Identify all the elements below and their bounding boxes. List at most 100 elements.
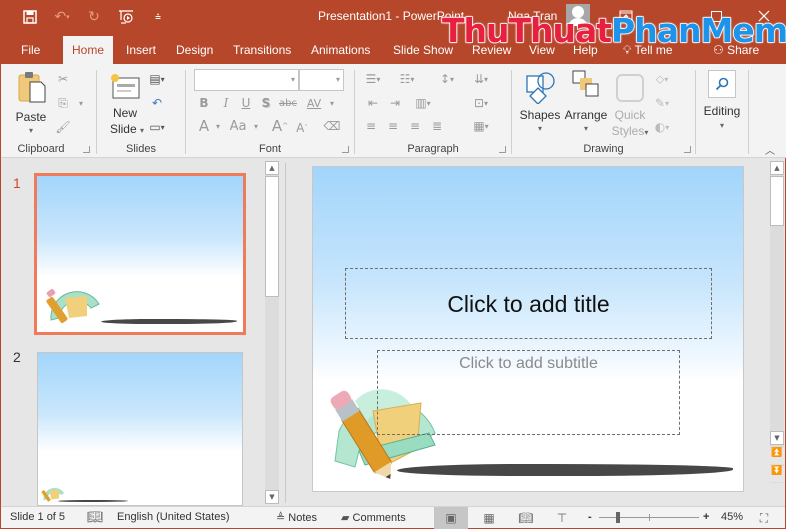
font-size-combo[interactable]: ▾ [299, 69, 344, 91]
numbering-icon[interactable]: ☷ ▾ [397, 70, 417, 88]
layout-icon[interactable]: ▤ ▾ [147, 70, 167, 88]
shape-outline-icon[interactable]: ✎ ▾ [652, 94, 672, 112]
text-direction-icon[interactable]: ⇊ ▾ [471, 70, 491, 88]
clipboard-launcher-icon[interactable] [83, 146, 90, 153]
zoom-slider-thumb[interactable] [616, 512, 621, 523]
paragraph-launcher-icon[interactable] [499, 146, 506, 153]
section-icon[interactable]: ▭ ▾ [147, 118, 167, 136]
scroll-down-icon[interactable]: ▼ [770, 431, 784, 445]
drawing-launcher-icon[interactable] [684, 146, 691, 153]
align-text-icon[interactable]: ⊡ ▾ [471, 94, 491, 112]
tab-file[interactable]: File [21, 36, 40, 64]
slide-sorter-view-icon[interactable]: ▦ [472, 507, 506, 529]
font-launcher-icon[interactable] [342, 146, 349, 153]
underline-button[interactable]: U [236, 94, 256, 112]
font-name-combo[interactable]: ▾ [194, 69, 299, 91]
scrollbar-thumb[interactable] [770, 176, 784, 226]
line-spacing-icon[interactable]: ↕ ▾ [437, 70, 457, 88]
tab-transitions[interactable]: Transitions [233, 36, 291, 64]
arrange-button[interactable]: Arrange ▾ [564, 68, 608, 140]
tab-animations[interactable]: Animations [311, 36, 370, 64]
scroll-up-icon[interactable]: ▲ [770, 161, 784, 175]
collapse-ribbon-icon[interactable]: ︿ [765, 142, 775, 157]
convert-to-smartart-icon[interactable]: ▦ ▾ [471, 117, 491, 135]
main-scrollbar[interactable]: ▲ ▼ ⏫ ⏬ [770, 161, 784, 504]
ribbon-separator [748, 70, 749, 154]
bullets-icon[interactable]: ☰ ▾ [363, 70, 383, 88]
align-center-icon[interactable]: ≡ [383, 117, 403, 135]
columns-icon[interactable]: ▥ ▾ [413, 94, 433, 112]
thumbnail-number: 2 [13, 349, 21, 365]
save-icon[interactable] [21, 8, 39, 26]
align-right-icon[interactable]: ≡ [405, 117, 425, 135]
decrease-indent-icon[interactable]: ⇤ [363, 94, 383, 112]
shapes-label: Shapes [519, 108, 561, 122]
scrollbar-thumb[interactable] [265, 176, 279, 297]
cut-icon[interactable]: ✂ [53, 70, 73, 88]
clear-formatting-icon[interactable]: ⌫ [322, 117, 342, 135]
copy-icon[interactable]: ⎘ [53, 94, 73, 112]
slide-thumbnail-2[interactable] [37, 352, 243, 506]
font-color-dropdown-icon[interactable]: ▾ [208, 117, 228, 135]
thumbnail-pane: 1 2 ▲ ▼ [1, 159, 282, 506]
reading-view-icon[interactable]: 📖︎ [509, 507, 543, 529]
shape-effects-icon[interactable]: ◐ ▾ [652, 118, 672, 136]
increase-indent-icon[interactable]: ⇥ [385, 94, 405, 112]
language-indicator[interactable]: English (United States) [117, 511, 230, 523]
shape-fill-icon[interactable]: ⬦ ▾ [652, 70, 672, 88]
editing-button[interactable]: Editing ▾ [700, 68, 744, 140]
scroll-down-icon[interactable]: ▼ [265, 490, 279, 504]
paste-button[interactable]: Paste ▾ [11, 68, 51, 138]
normal-view-icon[interactable]: ▣ [434, 507, 468, 529]
customize-qat-icon[interactable]: ⩮ [149, 8, 167, 26]
spell-check-icon[interactable]: 📖︎ [87, 509, 104, 525]
start-from-beginning-icon[interactable] [117, 8, 135, 26]
notes-button[interactable]: ≜ Notes [276, 511, 317, 524]
next-slide-icon[interactable]: ⏬ [770, 466, 784, 482]
brush-stroke-graphic [58, 500, 128, 502]
slide-show-view-icon[interactable]: ⊤ [545, 507, 579, 529]
tab-design[interactable]: Design [176, 36, 213, 64]
align-left-icon[interactable]: ≡ [361, 117, 381, 135]
title-placeholder[interactable]: Click to add title [345, 268, 712, 339]
group-drawing: Shapes ▾ Arrange ▾ Quick Styles▾ ⬦ ▾ ✎ ▾ ◐… [512, 64, 695, 158]
comments-button[interactable]: ▰ Comments [341, 511, 406, 524]
zoom-out-button[interactable]: - [588, 511, 592, 523]
italic-button[interactable]: I [216, 94, 236, 112]
change-case-button[interactable]: Aa [228, 117, 248, 135]
quick-styles-button[interactable]: Quick Styles▾ [610, 68, 650, 140]
new-slide-label-1: New [112, 106, 137, 120]
slide-counter[interactable]: Slide 1 of 5 [10, 511, 65, 523]
text-shadow-button[interactable]: S [256, 94, 276, 112]
tab-home[interactable]: Home [63, 36, 114, 64]
change-case-dropdown-icon[interactable]: ▾ [246, 117, 266, 135]
strikethrough-button[interactable]: abc [278, 94, 298, 112]
increase-font-size-button[interactable]: A ^ [270, 117, 290, 135]
shapes-dropdown-icon: ▾ [537, 124, 542, 133]
bold-button[interactable]: B [194, 94, 214, 112]
shapes-button[interactable]: Shapes ▾ [520, 68, 560, 140]
fit-slide-to-window-icon[interactable]: ⛶ [751, 507, 777, 529]
character-spacing-button[interactable]: AV [304, 94, 324, 112]
current-slide[interactable]: Click to add title Click to add subtitle [312, 166, 744, 492]
new-slide-button[interactable]: New Slide ▾ [105, 68, 145, 140]
reset-slide-icon[interactable]: ↶ [147, 94, 167, 112]
justify-icon[interactable]: ≣ [427, 117, 447, 135]
subtitle-placeholder[interactable]: Click to add subtitle [377, 350, 680, 435]
decrease-font-size-button[interactable]: Aˇ [292, 119, 312, 137]
zoom-slider[interactable] [599, 512, 699, 523]
format-painter-icon[interactable]: 🖌︎ [53, 118, 73, 136]
thumbnail-scrollbar[interactable]: ▲ ▼ [265, 161, 279, 504]
redo-icon[interactable]: ↻ [85, 8, 103, 26]
tab-insert[interactable]: Insert [126, 36, 156, 64]
quick-styles-label-2: Styles▾ [611, 124, 649, 138]
previous-slide-icon[interactable]: ⏫ [770, 448, 784, 464]
shapes-icon [526, 72, 555, 104]
zoom-in-button[interactable]: + [703, 511, 709, 523]
undo-icon[interactable]: ↶ ▾ [53, 8, 71, 26]
copy-dropdown-icon[interactable]: ▾ [71, 94, 91, 112]
slide-thumbnail-1[interactable] [34, 173, 246, 335]
character-spacing-dropdown-icon[interactable]: ▾ [322, 94, 342, 112]
scroll-up-icon[interactable]: ▲ [265, 161, 279, 175]
zoom-level[interactable]: 45% [721, 511, 743, 523]
